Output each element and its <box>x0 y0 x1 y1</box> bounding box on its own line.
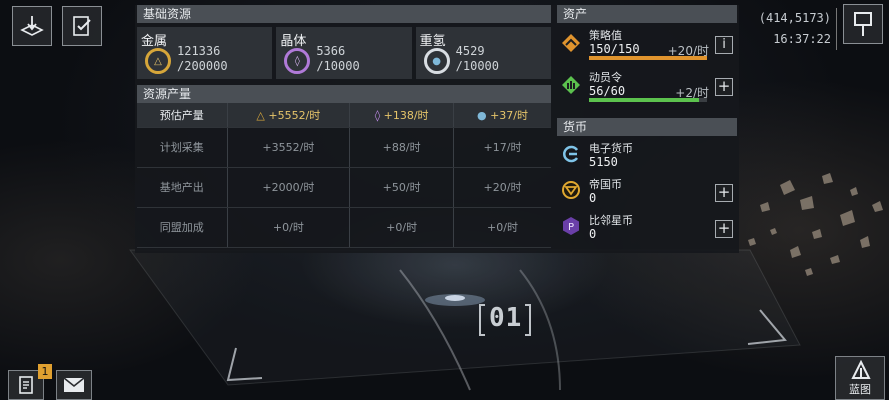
mobilization-icon <box>562 76 580 94</box>
base-marker-icon <box>20 16 44 36</box>
mobilization-label: 动员令 <box>589 71 622 84</box>
table-row: 计划采集 +3552/时 +88/时 +17/时 <box>137 127 551 168</box>
mail-icon <box>63 377 85 392</box>
flag-marker-icon <box>854 12 872 36</box>
assets-section: 资产 策略值 150/150 +20/时 i 动员令 56/60 +2/时 + <box>557 5 737 115</box>
triangle-icon: △ <box>256 108 269 122</box>
cell: +17/时 <box>453 127 551 168</box>
task-list-button[interactable] <box>62 6 102 46</box>
notification-badge: 1 <box>38 364 52 379</box>
empire-coin-add-button[interactable]: + <box>715 184 733 202</box>
crystal-card[interactable]: 晶体 ◊ 5366 /10000 <box>276 27 412 79</box>
strategy-label: 策略值 <box>589 29 622 42</box>
deuterium-card[interactable]: 重氢 ● 4529 /10000 <box>415 27 551 79</box>
proxima-coin-value: 0 <box>589 227 597 241</box>
deuterium-icon: ● <box>423 48 450 74</box>
assets-title: 资产 <box>557 5 737 23</box>
proxima-coin-icon: P <box>563 217 579 235</box>
deuterium-rate: +37/时 <box>490 108 529 122</box>
checklist-icon <box>73 16 91 36</box>
blueprint-button[interactable]: 蓝图 <box>835 356 885 400</box>
cell: +2000/时 <box>227 167 351 208</box>
cell: +88/时 <box>349 127 454 168</box>
mobilization-row: 动员令 56/60 +2/时 + <box>557 65 737 107</box>
cell: +0/时 <box>227 207 351 248</box>
cell: +20/时 <box>453 167 551 208</box>
deuterium-icon: ● <box>476 108 491 122</box>
production-section: 资源产量 预估产量 △ +5552/时 ◊ +138/时 ● +37/时 计划采… <box>137 85 551 248</box>
crystal-capacity: /10000 <box>316 59 360 73</box>
blueprint-label: 蓝图 <box>849 383 871 396</box>
cell: +3552/时 <box>227 127 351 168</box>
production-title: 资源产量 <box>137 85 551 103</box>
strategy-bar-fill <box>589 56 707 60</box>
mobilization-value: 56/60 <box>589 84 626 98</box>
strategy-row: 策略值 150/150 +20/时 i <box>557 23 737 65</box>
row-label: 同盟加成 <box>137 207 228 248</box>
row-label: 计划采集 <box>137 127 228 168</box>
cell: +0/时 <box>349 207 454 248</box>
base-resources-title: 基础资源 <box>137 5 551 23</box>
crystal-current: 5366 <box>316 44 346 58</box>
mobilization-add-button[interactable]: + <box>715 78 733 96</box>
cell: +50/时 <box>349 167 454 208</box>
metal-card[interactable]: 金属 △ 121336 /200000 <box>137 27 273 79</box>
strategy-value: 150/150 <box>589 42 640 56</box>
strategy-icon <box>562 34 580 52</box>
mail-button[interactable] <box>56 370 92 400</box>
currency-title: 货币 <box>557 118 737 136</box>
crystal-rate: +138/时 <box>383 108 429 122</box>
mobilization-bar-fill <box>589 98 699 102</box>
strategy-info-button[interactable]: i <box>715 36 733 54</box>
e-currency-icon <box>563 145 579 163</box>
e-currency-value: 5150 <box>589 155 618 169</box>
strategy-bar <box>589 56 707 60</box>
map-marker-button[interactable] <box>843 4 883 44</box>
coordinates-display: (414,5173) 16:37:22 <box>758 8 837 50</box>
cell: +0/时 <box>453 207 551 248</box>
zone-label: 01 <box>489 303 523 333</box>
empire-coin-icon <box>562 181 580 199</box>
empire-coin-row: 帝国币 0 + <box>557 172 737 208</box>
proxima-coin-add-button[interactable]: + <box>715 220 733 238</box>
proxima-coin-row: P 比邻星币 0 + <box>557 208 737 244</box>
position-text: (414,5173) <box>758 11 831 25</box>
table-row: 基地产出 +2000/时 +50/时 +20/时 <box>137 167 551 208</box>
proxima-coin-label: 比邻星币 <box>589 214 633 227</box>
time-text: 16:37:22 <box>773 32 831 46</box>
triangle-icon: △ <box>145 48 171 74</box>
empire-coin-label: 帝国币 <box>589 178 622 191</box>
currency-section: 货币 电子货币 5150 帝国币 0 + P 比邻星币 0 + <box>557 118 737 248</box>
e-currency-label: 电子货币 <box>589 142 633 155</box>
mobilization-bar <box>589 98 707 102</box>
metal-current: 121336 <box>177 44 221 58</box>
document-icon <box>19 376 33 394</box>
production-table: 预估产量 △ +5552/时 ◊ +138/时 ● +37/时 计划采集 +35… <box>137 103 551 248</box>
deuterium-current: 4529 <box>455 44 485 58</box>
metal-rate: +5552/时 <box>268 108 321 122</box>
base-resources-section: 基础资源 金属 △ 121336 /200000 晶体 ◊ 5366 /1000… <box>137 5 551 83</box>
row-label: 基地产出 <box>137 167 228 208</box>
crystal-icon: ◊ <box>374 108 384 122</box>
metal-capacity: /200000 <box>177 59 228 73</box>
crystal-icon: ◊ <box>284 48 311 74</box>
svg-text:P: P <box>568 222 574 233</box>
deuterium-capacity: /10000 <box>455 59 500 73</box>
table-row: 预估产量 △ +5552/时 ◊ +138/时 ● +37/时 <box>137 103 551 128</box>
table-row: 同盟加成 +0/时 +0/时 +0/时 <box>137 207 551 248</box>
estimate-label: 预估产量 <box>137 103 228 128</box>
base-location-button[interactable] <box>12 6 52 46</box>
empire-coin-value: 0 <box>589 191 597 205</box>
e-currency-row: 电子货币 5150 <box>557 136 737 172</box>
